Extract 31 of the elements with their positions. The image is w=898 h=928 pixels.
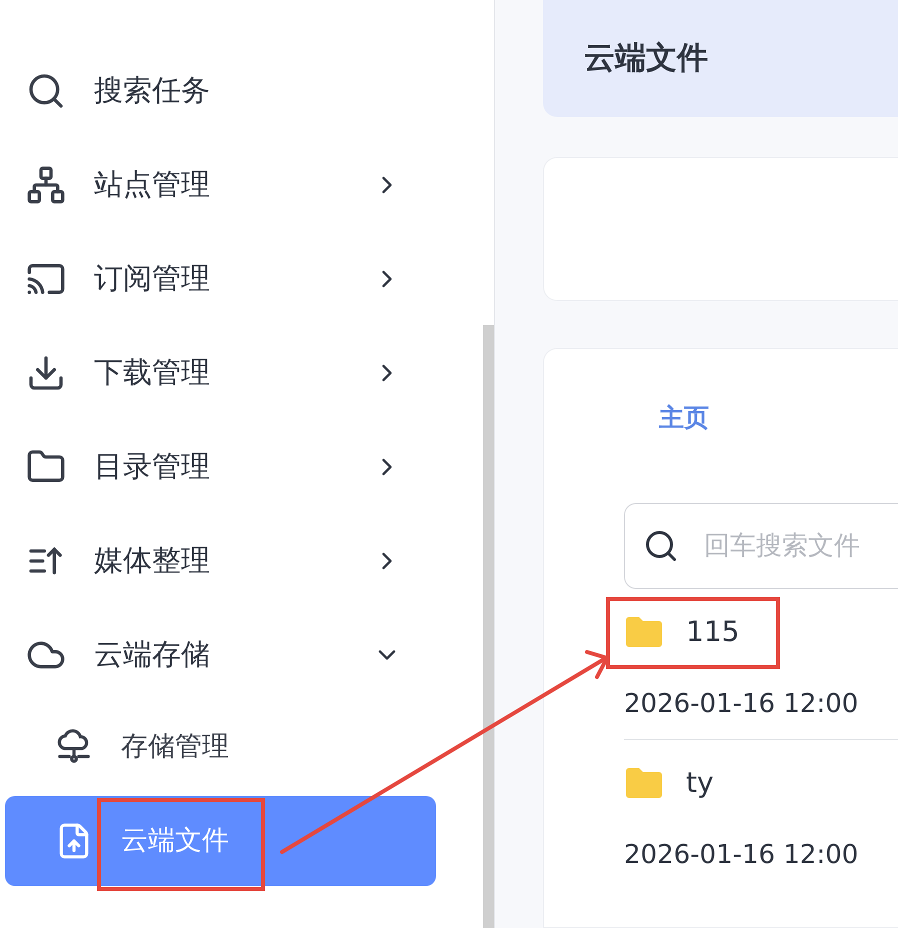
sidebar-label: 存储管理	[121, 730, 229, 764]
scrollbar[interactable]	[483, 325, 494, 928]
search-icon	[643, 528, 679, 564]
folder-icon	[624, 616, 664, 648]
breadcrumb-link[interactable]: 主页	[659, 399, 709, 437]
sidebar-item[interactable]: 下载管理	[0, 326, 483, 420]
sidebar-item[interactable]: 站点管理	[0, 138, 483, 232]
sidebar-label: 目录管理	[94, 448, 210, 486]
sidebar-label: 订阅管理	[94, 260, 210, 298]
sidebar-label: 搜索任务	[94, 72, 210, 110]
sidebar-label: 云端文件	[121, 824, 229, 858]
file-date: 2026-01-16 12:00	[624, 838, 860, 872]
sidebar-item[interactable]: 订阅管理	[0, 232, 483, 326]
sidebar-item[interactable]: 目录管理	[0, 420, 483, 514]
search-input[interactable]: 回车搜索文件	[704, 526, 898, 566]
sidebar-label: 站点管理	[94, 166, 210, 204]
sidebar-subitem[interactable]: 存储管理	[5, 702, 436, 792]
network-icon	[26, 165, 66, 205]
search-field[interactable]: 回车搜索文件	[624, 503, 898, 589]
page-title: 云端文件	[584, 39, 708, 78]
sidebar-label: 云端存储	[94, 636, 210, 674]
cloud-network-icon	[55, 728, 93, 766]
folder-icon	[624, 767, 664, 799]
sidebar-label: 媒体整理	[94, 542, 210, 580]
sidebar-item[interactable]: 媒体整理	[0, 514, 483, 608]
file-name[interactable]: ty	[686, 762, 714, 804]
file-name[interactable]: 115	[686, 611, 740, 653]
sidebar-label: 下载管理	[94, 354, 210, 392]
sidebar-item[interactable]: 搜索任务	[0, 44, 483, 138]
sidebar-item[interactable]: 云端存储	[0, 608, 483, 702]
file-date: 2026-01-16 12:00	[624, 688, 860, 720]
